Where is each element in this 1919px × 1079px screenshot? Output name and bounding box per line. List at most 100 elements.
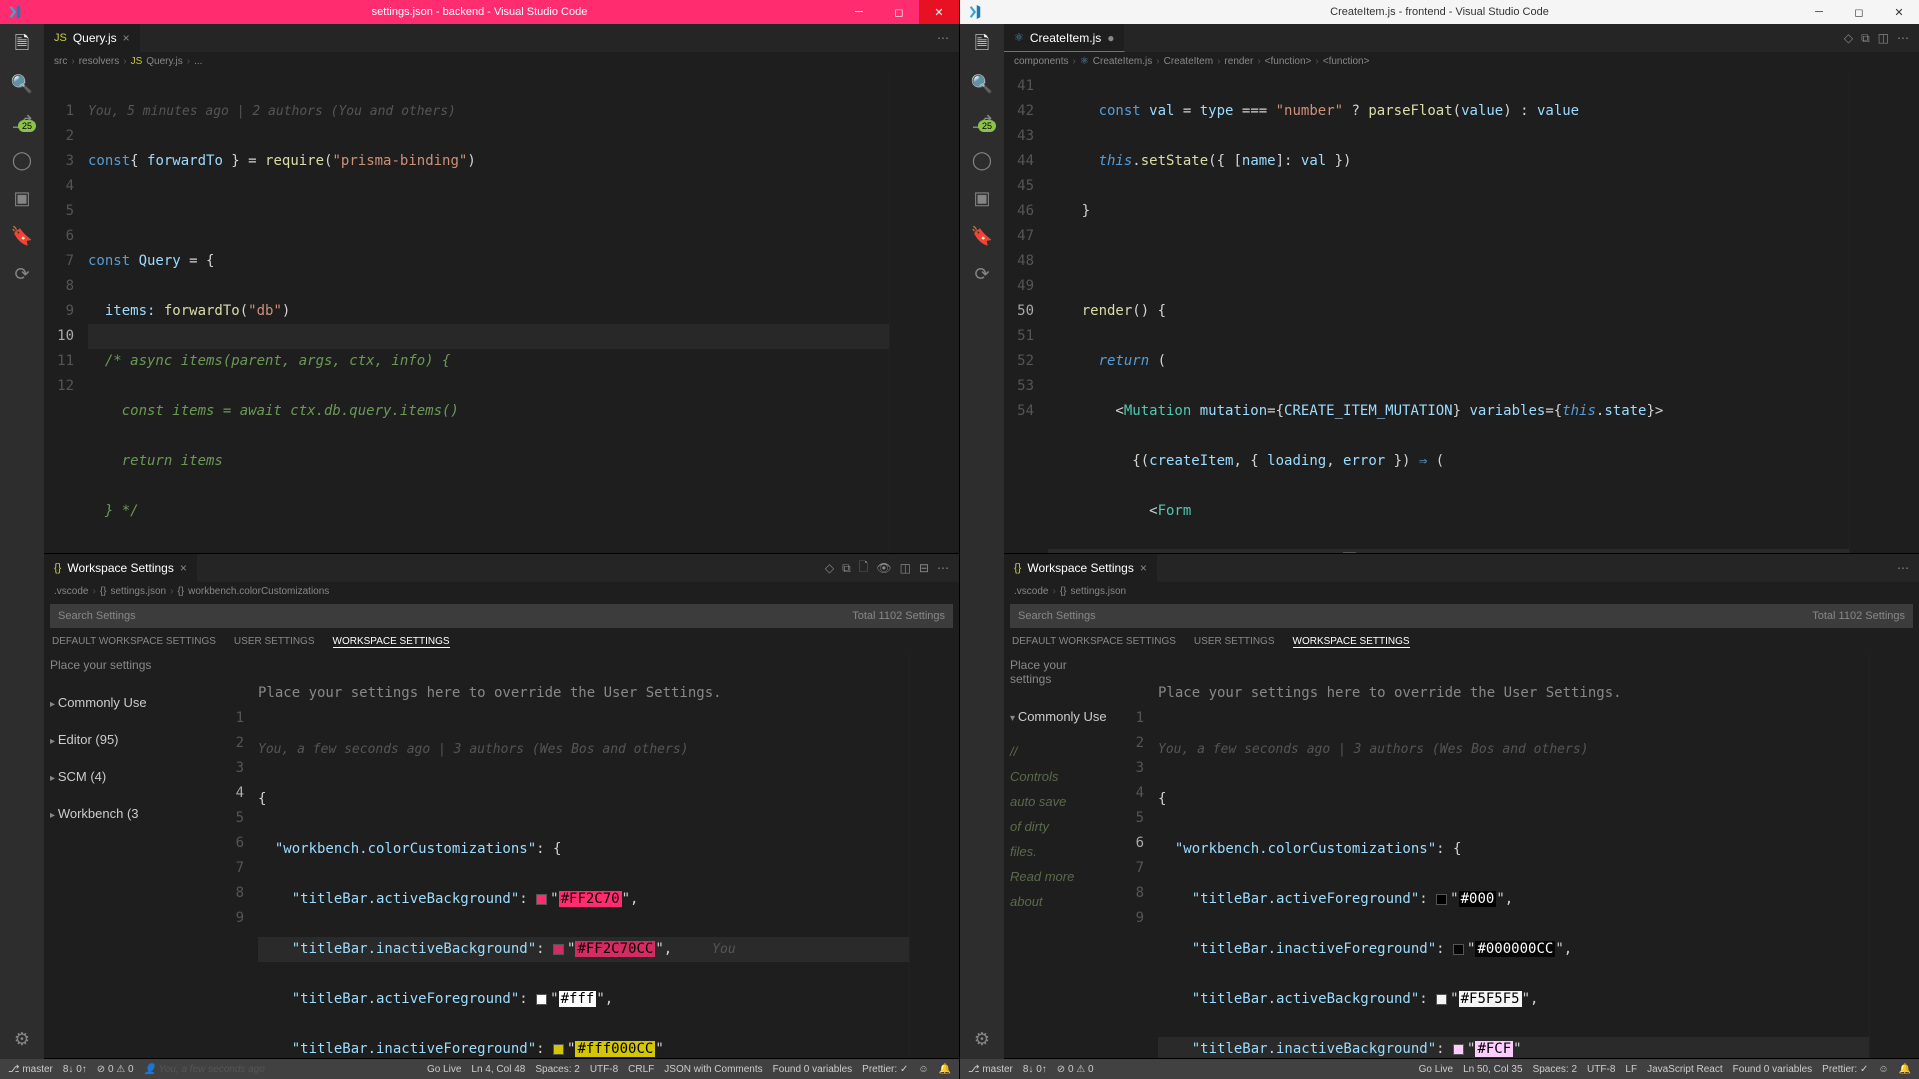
variables-indicator[interactable]: Found 0 variables (1733, 1064, 1813, 1075)
scm-container: ⎇ 25 (970, 110, 994, 134)
tab-close-icon[interactable]: × (1140, 561, 1147, 575)
code-editor[interactable]: 123456789101112 You, 5 minutes ago | 2 a… (44, 70, 959, 553)
tab-query-js[interactable]: JS Query.js × (44, 24, 141, 52)
settings-gear-icon[interactable]: ⚙ (970, 1027, 994, 1051)
action-icon[interactable]: ⧉ (842, 561, 851, 576)
line-numbers: 123456789101112 (44, 70, 88, 553)
sync-indicator[interactable]: 8↓ 0↑ (1023, 1064, 1047, 1075)
encoding[interactable]: UTF-8 (1587, 1064, 1615, 1075)
live-share-icon[interactable]: ⟳ (970, 262, 994, 286)
language-mode[interactable]: JavaScript React (1647, 1064, 1723, 1075)
explorer-icon[interactable]: 🗎 (970, 34, 994, 58)
more-icon[interactable]: ⋯ (937, 561, 949, 575)
titlebar-right[interactable]: CreateItem.js - frontend - Visual Studio… (960, 0, 1919, 24)
tab-close-icon[interactable]: × (123, 31, 130, 45)
tab-createitem-js[interactable]: ⚛ CreateItem.js ● (1004, 24, 1125, 52)
more-icon[interactable]: ⋯ (937, 31, 949, 45)
minimize-button[interactable]: ─ (839, 0, 879, 24)
problems-indicator[interactable]: ⊘ 0 ⚠ 0 (97, 1064, 134, 1075)
explorer-icon[interactable]: 🗎 (10, 34, 34, 58)
notifications-icon[interactable]: 🔔 (1899, 1064, 1911, 1075)
minimap[interactable] (1869, 652, 1919, 1058)
go-live-button[interactable]: Go Live (427, 1064, 461, 1075)
extensions-icon[interactable]: ▣ (970, 186, 994, 210)
action-icon[interactable]: ◇ (825, 561, 834, 575)
indentation[interactable]: Spaces: 2 (1533, 1064, 1577, 1075)
variables-indicator[interactable]: Found 0 variables (773, 1064, 853, 1075)
tab-workspace-settings[interactable]: {} Workspace Settings × (44, 554, 198, 582)
split-icon[interactable]: ◫ (900, 561, 911, 575)
bookmark-icon[interactable]: 🔖 (10, 224, 34, 248)
notifications-icon[interactable]: 🔔 (939, 1064, 951, 1075)
indentation[interactable]: Spaces: 2 (535, 1064, 579, 1075)
outline-commonly-used[interactable]: Commonly Use (50, 684, 208, 721)
maximize-button[interactable]: ◻ (1839, 0, 1879, 24)
tab-dirty-icon[interactable]: ● (1107, 31, 1114, 45)
settings-json-editor[interactable]: 123456789 Place your settings here to ov… (1114, 652, 1919, 1058)
branch-indicator[interactable]: ⎇ master (8, 1064, 53, 1075)
outline-workbench[interactable]: Workbench (3 (50, 795, 208, 832)
settings-search[interactable]: Search Settings Total 1102 Settings (1010, 604, 1913, 628)
language-mode[interactable]: JSON with Comments (664, 1064, 762, 1075)
action-icon[interactable]: 👁 (876, 561, 891, 575)
maximize-button[interactable]: ◻ (879, 0, 919, 24)
breadcrumb[interactable]: components› ⚛CreateItem.js› CreateItem› … (1004, 52, 1919, 70)
code-editor[interactable]: 4142434445464748495051525354 const val =… (1004, 70, 1919, 553)
debug-icon[interactable]: ◯ (970, 148, 994, 172)
tab-workspace-settings-scope[interactable]: WORKSPACE SETTINGS (1293, 636, 1410, 648)
action-icon[interactable]: 🗋 (859, 558, 869, 579)
debug-icon[interactable]: ◯ (10, 148, 34, 172)
sync-indicator[interactable]: 8↓ 0↑ (63, 1064, 87, 1075)
cursor-position[interactable]: Ln 4, Col 48 (471, 1064, 525, 1075)
titlebar-left[interactable]: settings.json - backend - Visual Studio … (0, 0, 959, 24)
outline-commonly-used[interactable]: Commonly Use (1010, 698, 1108, 735)
eol[interactable]: CRLF (628, 1064, 654, 1075)
tab-workspace-settings[interactable]: {} Workspace Settings × (1004, 554, 1158, 582)
branch-indicator[interactable]: ⎇ master (968, 1064, 1013, 1075)
editor-area: ⚛ CreateItem.js ● ◇ ⧉ ◫ ⋯ components› (1004, 24, 1919, 1059)
split-icon[interactable]: ⊟ (919, 561, 929, 575)
bookmark-icon[interactable]: 🔖 (970, 224, 994, 248)
scm-badge: 25 (978, 120, 996, 132)
minimap[interactable] (909, 652, 959, 1058)
encoding[interactable]: UTF-8 (590, 1064, 618, 1075)
action-icon[interactable]: ⧉ (1861, 31, 1870, 46)
settings-gear-icon[interactable]: ⚙ (10, 1027, 34, 1051)
tab-workspace-settings-scope[interactable]: WORKSPACE SETTINGS (333, 636, 450, 648)
search-icon[interactable]: 🔍 (970, 72, 994, 96)
breadcrumb-settings[interactable]: .vscode› {}settings.json (1004, 582, 1919, 600)
breadcrumb-settings[interactable]: .vscode› {}settings.json› {}workbench.co… (44, 582, 959, 600)
outline-scm[interactable]: SCM (4) (50, 758, 208, 795)
feedback-icon[interactable]: ☺ (1878, 1064, 1888, 1075)
breadcrumb[interactable]: src› resolvers› JS Query.js› ... (44, 52, 959, 70)
settings-json-editor[interactable]: 123456789 Place your settings here to ov… (214, 652, 959, 1058)
tab-default-settings[interactable]: DEFAULT WORKSPACE SETTINGS (52, 636, 216, 648)
vscode-logo-icon (968, 5, 982, 19)
more-icon[interactable]: ⋯ (1897, 561, 1909, 575)
feedback-icon[interactable]: ☺ (918, 1064, 928, 1075)
tab-user-settings[interactable]: USER SETTINGS (234, 636, 315, 648)
minimap[interactable] (1849, 70, 1919, 553)
go-live-button[interactable]: Go Live (1419, 1064, 1453, 1075)
problems-indicator[interactable]: ⊘ 0 ⚠ 0 (1057, 1064, 1094, 1075)
minimap[interactable] (889, 70, 959, 553)
tab-default-settings[interactable]: DEFAULT WORKSPACE SETTINGS (1012, 636, 1176, 648)
outline-editor[interactable]: Editor (95) (50, 721, 208, 758)
prettier-status[interactable]: Prettier: ✓ (862, 1064, 908, 1075)
close-button[interactable]: ✕ (1879, 0, 1919, 24)
tab-close-icon[interactable]: × (180, 561, 187, 575)
prettier-status[interactable]: Prettier: ✓ (1822, 1064, 1868, 1075)
cursor-position[interactable]: Ln 50, Col 35 (1463, 1064, 1523, 1075)
close-button[interactable]: ✕ (919, 0, 959, 24)
tab-user-settings[interactable]: USER SETTINGS (1194, 636, 1275, 648)
split-icon[interactable]: ◫ (1878, 31, 1889, 45)
search-icon[interactable]: 🔍 (10, 72, 34, 96)
live-share-icon[interactable]: ⟳ (10, 262, 34, 286)
more-icon[interactable]: ⋯ (1897, 31, 1909, 45)
status-bar: ⎇ master 8↓ 0↑ ⊘ 0 ⚠ 0 Go Live Ln 50, Co… (960, 1059, 1919, 1079)
settings-search[interactable]: Search Settings Total 1102 Settings (50, 604, 953, 628)
action-icon[interactable]: ◇ (1844, 31, 1853, 45)
eol[interactable]: LF (1625, 1064, 1637, 1075)
minimize-button[interactable]: ─ (1799, 0, 1839, 24)
extensions-icon[interactable]: ▣ (10, 186, 34, 210)
